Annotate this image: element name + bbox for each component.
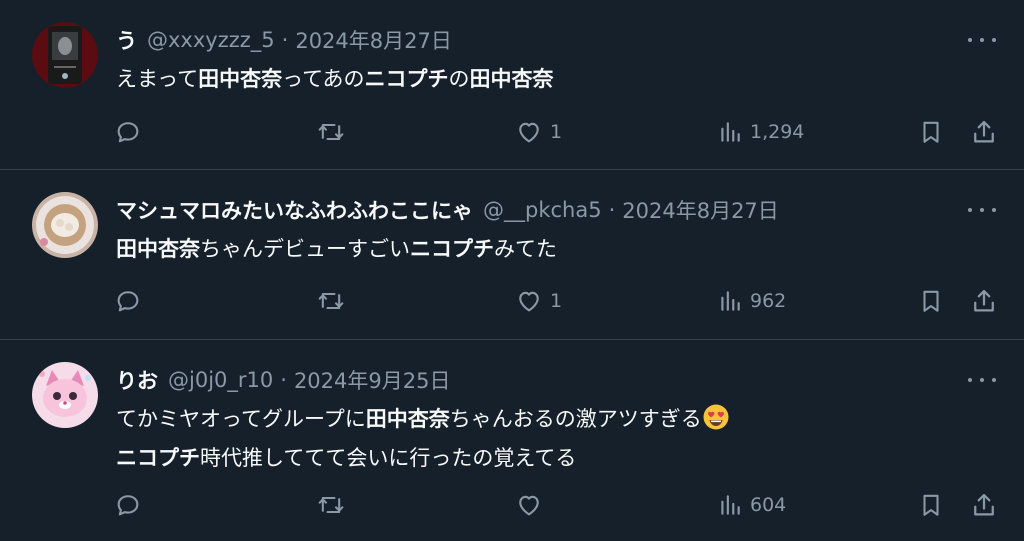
tweet-header: う @xxxyzzz_5 · 2024年8月27日 (116, 25, 452, 55)
action-bar: 604 (114, 490, 1004, 520)
username[interactable]: @xxxyzzz_5 (147, 28, 275, 52)
heart-icon (519, 495, 539, 516)
bookmark-icon (923, 494, 939, 516)
reply-button[interactable] (114, 490, 149, 520)
text-segment: てかミヤオってグループに (116, 407, 366, 431)
avatar[interactable] (32, 192, 98, 258)
views-icon (721, 291, 740, 311)
retweet-button[interactable] (316, 490, 353, 520)
more-options-icon[interactable] (968, 370, 996, 390)
tweet-header: マシュマロみたいなふわふわここにゃ @__pkcha5 · 2024年8月27日 (116, 195, 779, 225)
highlighted-keyword: 田中杏奈 (116, 237, 200, 261)
highlighted-keyword: 田中杏奈 (469, 67, 554, 91)
avatar[interactable] (32, 362, 98, 428)
text-segment: 時代推しててて会いに行ったの覚えてる (200, 446, 577, 470)
like-button[interactable]: 1 (515, 286, 562, 316)
bookmark-icon (923, 290, 939, 312)
view-count: 1,294 (750, 121, 805, 143)
tweet-text: てかミヤオってグループに田中杏奈ちゃんおるの激アツすぎる ニコプチ時代推しててて… (116, 402, 984, 475)
tweet[interactable]: りお @j0j0_r10 · 2024年9月25日 てかミヤオってグループに田中… (0, 340, 1024, 541)
tweet-text: えまって田中杏奈ってあのニコプチの田中杏奈 (116, 62, 984, 96)
tweet[interactable]: マシュマロみたいなふわふわここにゃ @__pkcha5 · 2024年8月27日… (0, 170, 1024, 340)
text-segment: ちゃんおるの激アツすぎる (449, 407, 702, 431)
display-name[interactable]: う (116, 25, 137, 55)
username[interactable]: @__pkcha5 (483, 198, 602, 222)
avatar[interactable] (32, 22, 98, 88)
display-name[interactable]: マシュマロみたいなふわふわここにゃ (116, 195, 473, 225)
text-segment: の (448, 67, 470, 91)
views-button[interactable]: 1,294 (717, 117, 804, 147)
retweet-icon (318, 292, 344, 310)
heart-eyes-emoji (702, 403, 730, 441)
views-icon (721, 122, 740, 142)
tweet-text: 田中杏奈ちゃんデビューすごいニコプチみてた (116, 232, 984, 266)
timestamp[interactable]: 2024年9月25日 (294, 365, 451, 395)
action-bar: 1 962 (114, 286, 1004, 316)
bookmark-button[interactable] (918, 286, 944, 316)
views-button[interactable]: 962 (717, 286, 786, 316)
separator-dot: · (280, 368, 287, 392)
heart-icon (519, 122, 539, 143)
reply-icon (117, 291, 139, 312)
bookmark-button[interactable] (918, 117, 944, 147)
text-segment: みてた (494, 237, 557, 261)
reply-feed: う @xxxyzzz_5 · 2024年8月27日 えまって田中杏奈ってあのニコ… (0, 0, 1024, 541)
tweet-text-line: 田中杏奈ちゃんデビューすごいニコプチみてた (116, 232, 984, 266)
text-segment: えまって (116, 67, 199, 91)
text-segment: ちゃんデビューすごい (200, 237, 410, 261)
more-options-icon[interactable] (968, 30, 996, 50)
tweet-header: りお @j0j0_r10 · 2024年9月25日 (116, 365, 450, 395)
retweet-button[interactable] (316, 286, 353, 316)
highlighted-keyword: 田中杏奈 (365, 407, 450, 431)
like-button[interactable]: 1 (515, 117, 562, 147)
reply-icon (117, 495, 139, 516)
timestamp[interactable]: 2024年8月27日 (295, 25, 452, 55)
more-options-icon[interactable] (968, 200, 996, 220)
retweet-icon (318, 496, 344, 514)
like-count: 1 (550, 290, 563, 312)
views-icon (721, 495, 740, 515)
tweet[interactable]: う @xxxyzzz_5 · 2024年8月27日 えまって田中杏奈ってあのニコ… (0, 0, 1024, 170)
display-name[interactable]: りお (116, 365, 158, 395)
like-count: 1 (550, 121, 563, 143)
share-button[interactable] (970, 490, 998, 520)
highlighted-keyword: 田中杏奈 (198, 67, 283, 91)
reply-button[interactable] (114, 286, 149, 316)
tweet-text-line: てかミヤオってグループに田中杏奈ちゃんおるの激アツすぎる (116, 402, 984, 441)
text-segment: ってあの (282, 67, 365, 91)
share-icon (974, 289, 994, 312)
share-icon (974, 120, 994, 143)
retweet-button[interactable] (316, 117, 353, 147)
view-count: 604 (750, 494, 787, 516)
like-button[interactable] (515, 490, 550, 520)
highlighted-keyword: ニコプチ (364, 67, 449, 91)
reply-button[interactable] (114, 117, 149, 147)
heart-icon (519, 291, 539, 312)
reply-icon (117, 122, 139, 143)
share-button[interactable] (970, 117, 998, 147)
tweet-text-line: ニコプチ時代推しててて会いに行ったの覚えてる (116, 441, 984, 475)
view-count: 962 (750, 290, 787, 312)
username[interactable]: @j0j0_r10 (168, 368, 273, 392)
share-icon (974, 493, 994, 516)
bookmark-icon (923, 121, 939, 143)
highlighted-keyword: ニコプチ (116, 446, 200, 470)
retweet-icon (318, 123, 344, 141)
action-bar: 1 1,294 (114, 117, 1004, 147)
views-button[interactable]: 604 (717, 490, 786, 520)
timestamp[interactable]: 2024年8月27日 (622, 195, 779, 225)
separator-dot: · (281, 28, 289, 52)
share-button[interactable] (970, 286, 998, 316)
highlighted-keyword: ニコプチ (410, 237, 494, 261)
separator-dot: · (608, 198, 616, 222)
bookmark-button[interactable] (918, 490, 944, 520)
tweet-text-line: えまって田中杏奈ってあのニコプチの田中杏奈 (116, 62, 984, 96)
